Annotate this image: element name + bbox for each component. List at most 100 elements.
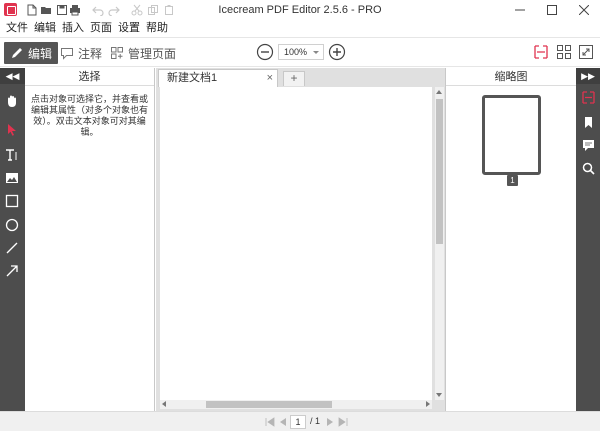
minus-circle-icon — [256, 43, 274, 61]
grid-view-icon — [557, 45, 571, 59]
grid-view-button[interactable] — [556, 44, 572, 60]
fullscreen-button[interactable] — [578, 44, 594, 60]
toolbar: 编辑 注释 管理页面 100% — [0, 37, 600, 67]
paste-icon[interactable] — [162, 3, 176, 17]
page-thumbnail[interactable] — [482, 95, 541, 175]
text-tool-icon — [6, 149, 17, 161]
last-page-icon[interactable] — [338, 417, 348, 427]
collapse-right-button[interactable]: ▶▶ — [576, 68, 600, 84]
double-chevron-right-icon: ▶▶ — [581, 70, 595, 81]
add-tab-button[interactable]: + — [283, 71, 305, 86]
copy-icon[interactable] — [146, 3, 160, 17]
menu-edit[interactable]: 编辑 — [32, 20, 60, 36]
first-page-icon[interactable] — [265, 417, 275, 427]
status-bar: 1 / 1 — [0, 411, 600, 431]
image-tool-icon — [6, 173, 18, 183]
single-page-view-icon — [534, 45, 548, 59]
new-file-icon[interactable] — [25, 3, 39, 17]
save-icon[interactable] — [55, 3, 69, 17]
zoom-dropdown[interactable]: 100% — [278, 44, 324, 60]
ellipse-tool[interactable] — [3, 216, 21, 234]
edit-mode-label: 编辑 — [28, 46, 53, 61]
arrow-tool[interactable] — [3, 262, 21, 280]
double-chevron-left-icon: ◀◀ — [5, 70, 20, 81]
vertical-scroll-thumb[interactable] — [436, 99, 443, 244]
open-folder-icon[interactable] — [39, 3, 53, 17]
rectangle-tool[interactable] — [3, 192, 21, 210]
grid-icon — [111, 47, 123, 59]
menu-file[interactable]: 文件 — [4, 20, 32, 36]
cut-icon[interactable] — [130, 3, 144, 17]
maximize-button[interactable] — [537, 0, 567, 20]
menu-help[interactable]: 帮助 — [144, 20, 172, 36]
hand-tool[interactable] — [3, 92, 21, 110]
tab-document[interactable]: 新建文档1 × — [158, 69, 278, 87]
close-tab-icon[interactable]: × — [267, 70, 273, 86]
hand-icon — [8, 95, 16, 107]
thumbnail-panel-title: 缩略图 — [446, 68, 576, 86]
total-pages: / 1 — [310, 416, 321, 426]
text-tool[interactable] — [3, 146, 21, 164]
scroll-up-icon[interactable] — [436, 90, 442, 94]
horizontal-scrollbar[interactable] — [160, 400, 432, 409]
menu-insert[interactable]: 插入 — [60, 20, 88, 36]
tab-label: 新建文档1 — [167, 72, 218, 84]
select-arrow-icon — [8, 124, 16, 136]
undo-icon[interactable] — [91, 3, 105, 17]
panel-title: 选择 — [25, 68, 154, 86]
page-canvas[interactable] — [160, 87, 432, 400]
minimize-button[interactable] — [505, 0, 535, 20]
line-tool-icon — [6, 242, 18, 254]
next-page-icon[interactable] — [325, 417, 335, 427]
current-page-input[interactable]: 1 — [290, 415, 306, 429]
pencil-icon — [12, 48, 22, 58]
vertical-scrollbar[interactable] — [435, 87, 444, 400]
manage-pages-button[interactable]: 管理页面 — [104, 42, 182, 64]
edit-mode-button[interactable]: 编辑 — [4, 42, 59, 64]
fullscreen-icon — [579, 45, 593, 59]
properties-panel: 选择 点击对象可选择它，并查看或编辑其属性（对多个对象也有效）。双击文本对象可对… — [25, 68, 155, 411]
menu-bar: 文件 编辑 插入 页面 设置 帮助 — [0, 20, 600, 36]
single-page-view-button[interactable] — [533, 44, 549, 60]
annotate-mode-label: 注释 — [78, 46, 103, 61]
app-logo-icon — [4, 3, 17, 16]
redo-icon[interactable] — [107, 3, 121, 17]
image-tool[interactable] — [3, 169, 21, 187]
bookmark-icon — [584, 116, 592, 128]
scroll-down-icon[interactable] — [436, 393, 442, 397]
left-tool-strip: ◀◀ — [0, 68, 25, 411]
thumbnails-tab[interactable] — [580, 89, 596, 105]
arrow-tool-icon — [6, 265, 18, 277]
search-icon — [582, 162, 595, 175]
zoom-in-button[interactable] — [328, 43, 346, 61]
scroll-left-icon[interactable] — [162, 401, 166, 407]
comment-icon — [582, 139, 594, 151]
scroll-right-icon[interactable] — [426, 401, 430, 407]
comments-tab[interactable] — [580, 137, 596, 153]
chevron-down-icon — [313, 51, 319, 54]
menu-page[interactable]: 页面 — [88, 20, 116, 36]
bookmarks-tab[interactable] — [580, 114, 596, 130]
menu-settings[interactable]: 设置 — [116, 20, 144, 36]
search-tab[interactable] — [580, 160, 596, 176]
print-icon[interactable] — [68, 3, 82, 17]
horizontal-scroll-thumb[interactable] — [206, 401, 332, 408]
zoom-out-button[interactable] — [256, 43, 274, 61]
rectangle-tool-icon — [5, 194, 19, 208]
close-button[interactable] — [569, 0, 599, 20]
document-area: 新建文档1 × + — [156, 68, 445, 411]
line-tool[interactable] — [3, 239, 21, 257]
plus-circle-icon — [328, 43, 346, 61]
title-bar: Icecream PDF Editor 2.5.6 - PRO — [0, 0, 600, 20]
previous-page-icon[interactable] — [278, 417, 288, 427]
manage-pages-label: 管理页面 — [128, 46, 177, 61]
select-tool[interactable] — [3, 121, 21, 139]
collapse-left-button[interactable]: ◀◀ — [0, 68, 25, 84]
comment-icon — [61, 48, 73, 60]
thumbnail-page-number: 1 — [507, 175, 518, 186]
page-view-icon — [581, 90, 595, 104]
panel-description: 点击对象可选择它，并查看或编辑其属性（对多个对象也有效）。双击文本对象可对其编辑… — [30, 94, 148, 137]
right-tool-strip: ▶▶ — [576, 68, 600, 411]
zoom-value: 100% — [284, 47, 308, 57]
annotate-mode-button[interactable]: 注释 — [54, 42, 108, 64]
